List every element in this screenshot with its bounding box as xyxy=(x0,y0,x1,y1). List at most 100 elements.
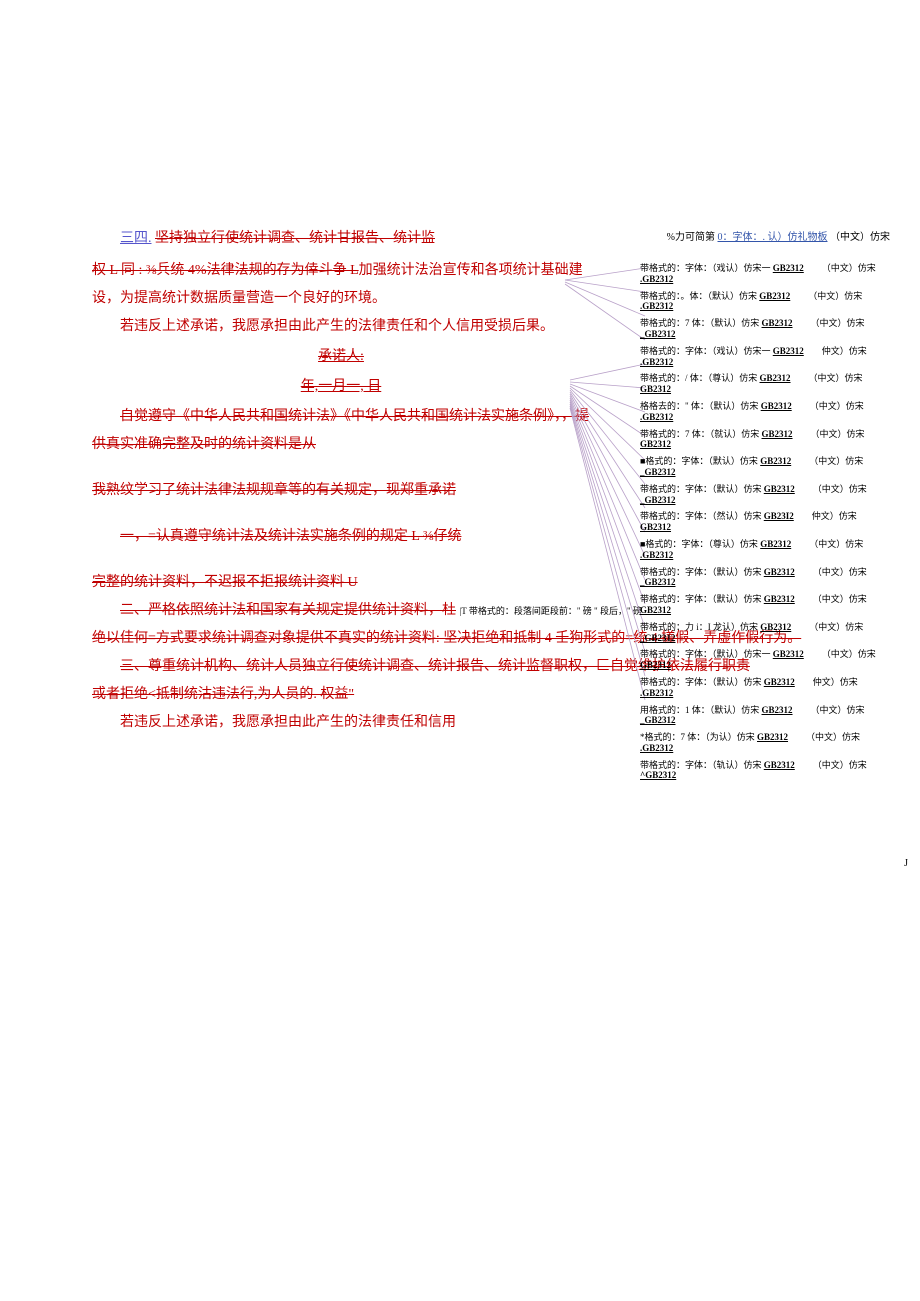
revision-marks-panel: 带格式的：字体：（戏认）仿宋一 GB2312（中文）仿宋.GB2312带格式的：… xyxy=(640,263,910,787)
sign-date: 年,一月一, 日 xyxy=(301,379,382,394)
revision-tail: 仲文）仿宋 xyxy=(813,677,858,688)
revision-gb-primary: GB2312 xyxy=(759,291,790,301)
note-prefix: %力可简第 xyxy=(667,232,715,243)
revision-tail: 仲文）仿宋 xyxy=(812,511,857,522)
revision-gb-secondary: _GB2312 xyxy=(640,577,676,587)
revision-gb-primary: GB2312 xyxy=(764,484,795,494)
revision-mark: ■格式的：字体：（默认）仿宋 GB2312（中文）仿宋_GB2312 xyxy=(640,456,910,478)
revision-prefix: ■格式的：字体：（尊认）仿宋 xyxy=(640,539,760,549)
revision-mark: 带格式的：字体：（戏认）仿宋一 GB2312仲文）仿宋.GB2312 xyxy=(640,346,910,368)
revision-gb-primary: GB2312 xyxy=(761,401,792,411)
heading-prefix: 三四. xyxy=(120,231,152,246)
note-underline: 0：字体：. 认）仿礼物板 xyxy=(718,232,828,243)
p8b-text: 或者拒绝<抵制统沽违法行,为人员的. 权益" xyxy=(92,687,354,702)
revision-gb-primary: GB2312 xyxy=(764,567,795,577)
revision-gb-secondary: .GB2312 xyxy=(640,550,673,560)
revision-tail: （中文）仿宋 xyxy=(811,429,865,440)
revision-prefix: 带格式的：字体：（默认）仿宋 xyxy=(640,594,764,604)
revision-tail: （中文）仿宋 xyxy=(808,291,862,302)
sign-label: 承诺人: xyxy=(318,349,364,364)
revision-gb-primary: GB2312 xyxy=(757,732,788,742)
p5-text: 一，=认真遵守统计法及统计法实施条例的规定 L ⅜仔统 xyxy=(92,523,590,551)
revision-tail: （中文）仿宋 xyxy=(822,649,876,660)
revision-mark: 带格式的：字体：（然认）仿宋 GB23I2 仲文）仿宋 GB2312 xyxy=(640,511,910,533)
revision-gb-secondary: _GB2312 xyxy=(640,329,676,339)
revision-prefix: *格式的：7 体：（为认）仿宋 xyxy=(640,732,757,742)
revision-tail: （中文）仿宋 xyxy=(811,705,865,716)
revision-gb-secondary: .GB2312 xyxy=(640,412,673,422)
revision-mark: 带格式的：7 体：（就认）仿宋 GB2312（中文）仿宋GB2312 xyxy=(640,429,910,451)
revision-gb-primary: GB2312 xyxy=(762,318,793,328)
revision-tail: （中文）仿宋 xyxy=(813,760,867,771)
revision-mark: 带格式的：字体：（默认）仿宋 GB2312（中文）仿宋GB2312 xyxy=(640,594,910,616)
document-page: 三四. 坚持独立行使统计调查、统计甘报告、统计监 %力可简第 0：字体：. 认）… xyxy=(0,0,920,1301)
revision-prefix: 格格去的：" 体：（默认）仿宋 xyxy=(640,401,761,411)
revision-prefix: 带格式的：7 体：（就认）仿宋 xyxy=(640,429,762,439)
revision-gb-secondary: .GB2312 xyxy=(640,743,673,753)
revision-gb-secondary: GB2312 xyxy=(640,384,671,394)
revision-mark: 用格式的：1 体：（默认）仿宋 GB2312（中文）仿宋_GB2312 xyxy=(640,705,910,727)
note-tail: （中文）仿宋 xyxy=(830,232,890,243)
revision-gb-secondary: .GB2312 xyxy=(640,357,673,367)
revision-mark: 带格式的：/ 体：（尊认）仿宋 GB2312（中文）仿宋GB2312 xyxy=(640,373,910,395)
heading-struck: 坚持独立行使统计调查、统计甘报告、统计监 xyxy=(155,231,435,246)
revision-mark: 带格式的：7 体：（默认）仿宋 GB2312 （中文）仿宋 _GB2312 xyxy=(640,318,910,340)
revision-gb-secondary: _GB2312 xyxy=(640,633,676,643)
revision-mark: 带格式的：。体：（默认）仿宋 GB2312 （中文）仿宋 .GB2312 xyxy=(640,291,910,313)
revision-tail: （中文）仿宋 xyxy=(822,263,876,274)
revision-prefix: 带格式的：字体：（戏认）仿宋一 xyxy=(640,346,773,356)
revision-prefix: 带格式的：字体：（戏认）仿宋一 xyxy=(640,263,773,273)
revision-gb-primary: GB23I2 xyxy=(764,511,794,521)
revision-tail: （中文）仿宋 xyxy=(806,732,860,743)
top-format-note: %力可简第 0：字体：. 认）仿礼物板 （中文）仿宋 xyxy=(667,228,890,243)
revision-gb-primary: GB2312 xyxy=(760,539,791,549)
p7b-text: 绝以佳何=方式要求统计调查对象提供不真实的统计资料: 坚决 xyxy=(92,631,471,646)
revision-mark: 带格式的：字体：（默认）仿宋一 GB2312 （中文）仿宋 GB2312 xyxy=(640,649,910,671)
revision-prefix: 带格式的：字体：（默认）仿宋 xyxy=(640,677,764,687)
revision-tail: （中文）仿宋 xyxy=(809,456,863,467)
revision-prefix: 带格式的：字体：（默认）仿宋 xyxy=(640,484,764,494)
revision-prefix: 带格式的：。体：（默认）仿宋 xyxy=(640,291,759,301)
p2-text: 若违反上述承诺，我愿承担由此产生的法律责任和个人信用受损后果。 xyxy=(92,313,590,341)
revision-gb-secondary: GB2312 xyxy=(640,522,671,532)
revision-mark: 带格式的：字体：（默认）仿宋 GB2312仲文）仿宋.GB2312 xyxy=(640,677,910,699)
revision-tail: （中文）仿宋 xyxy=(813,567,867,578)
revision-tail: （中文）仿宋 xyxy=(813,594,867,605)
revision-gb-primary: GB2312 xyxy=(760,373,791,383)
p7-format-note: |T 带格式的：段落间距段前：" 磅 " 段后，" 磅 xyxy=(460,606,642,616)
revision-tail: （中文）仿宋 xyxy=(811,318,865,329)
revision-tail: （中文）仿宋 xyxy=(809,539,863,550)
revision-gb-primary: GB2312 xyxy=(762,705,793,715)
revision-gb-primary: GB2312 xyxy=(764,594,795,604)
revision-gb-secondary: .GB2312 xyxy=(640,301,673,311)
revision-gb-primary: GB2312 xyxy=(764,677,795,687)
revision-tail: （中文）仿宋 xyxy=(813,484,867,495)
revision-gb-primary: GB2312 xyxy=(773,263,804,273)
p6-text: 完整的统计资料，不迟报不拒报统计资料 U xyxy=(92,575,358,590)
revision-gb-primary: GB2312 xyxy=(773,649,804,659)
p3-text: 自觉遵守《中华人民共和国统计法》《中华人民共和国统计法实施条例》，，提供真实准确… xyxy=(92,403,590,459)
p1-strike: 权 L 同 : ⅜兵统 4%法律法规的存为倖斗争 L xyxy=(92,263,359,278)
revision-mark: 格格去的：" 体：（默认）仿宋 GB2312 （中文）仿宋 .GB2312 xyxy=(640,401,910,423)
revision-prefix: 带格式的：7 体：（默认）仿宋 xyxy=(640,318,762,328)
revision-gb-primary: GB2312 xyxy=(764,760,795,770)
revision-prefix: 带格式的：字体：（默认）仿宋一 xyxy=(640,649,773,659)
revision-gb-secondary: _GB2312 xyxy=(640,715,676,725)
revision-mark: 带格式的：力 i：I 龙认）仿宋 GB2312（中文）仿宋_GB2312 xyxy=(640,622,910,644)
revision-tail: （中文）仿宋 xyxy=(810,401,864,412)
revision-mark: *格式的：7 体：（为认）仿宋 GB2312 （中文）仿宋 .GB2312 xyxy=(640,732,910,754)
revision-gb-primary: GB2312 xyxy=(762,429,793,439)
revision-gb-secondary: ^GB2312 xyxy=(640,770,676,780)
revision-mark: 带格式的：字体：（默认）仿宋 GB2312 （中文）仿宋 _GB2312 xyxy=(640,567,910,589)
revision-prefix: 带格式的：字体：（默认）仿宋 xyxy=(640,567,764,577)
revision-prefix: ■格式的：字体：（默认）仿宋 xyxy=(640,456,760,466)
revision-gb-secondary: _GB2312 xyxy=(640,467,676,477)
revision-prefix: 带格式的：字体：（然认）仿宋 xyxy=(640,511,764,521)
revision-tail: （中文）仿宋 xyxy=(809,622,863,633)
revision-gb-primary: GB2312 xyxy=(773,346,804,356)
revision-mark: 带格式的：字体：（默认）仿宋 GB2312 （中文）仿宋 _GB2312 xyxy=(640,484,910,506)
revision-mark: 带格式的：字体：（戏认）仿宋一 GB2312（中文）仿宋.GB2312 xyxy=(640,263,910,285)
revision-prefix: 带格式的：字体：（轨认）仿宋 xyxy=(640,760,764,770)
revision-gb-secondary: GB2312 xyxy=(640,660,671,670)
revision-gb-secondary: _GB2312 xyxy=(640,495,676,505)
